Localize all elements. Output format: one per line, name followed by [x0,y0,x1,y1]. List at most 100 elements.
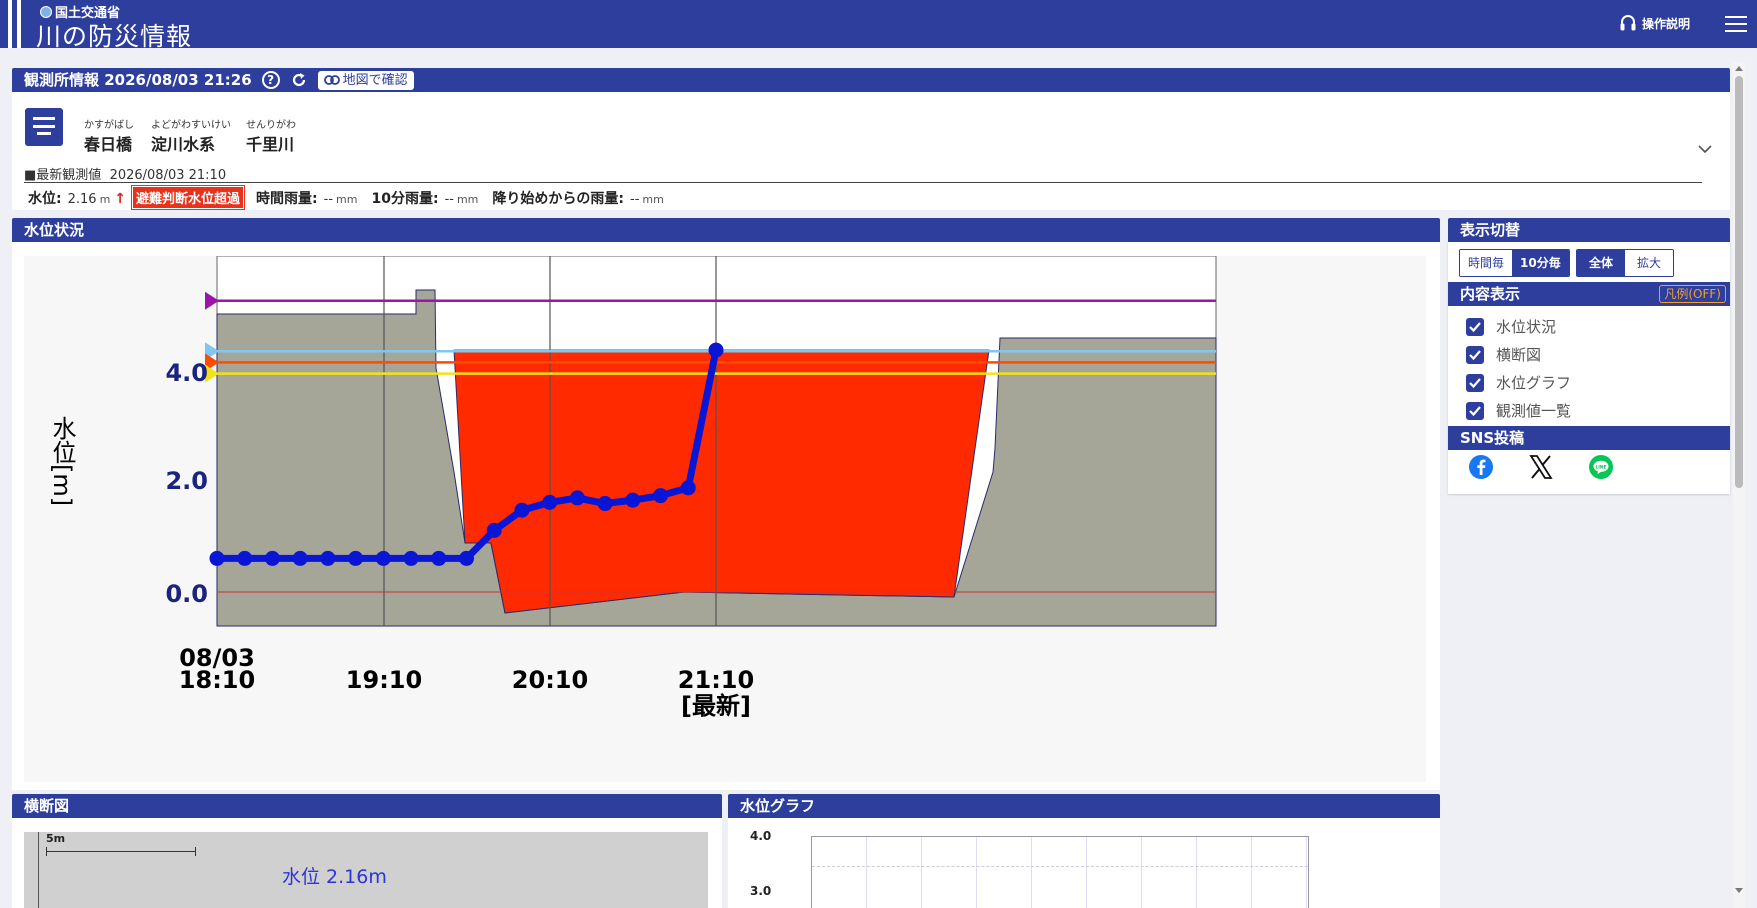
water-level-point [292,550,308,566]
water-level-point [375,550,391,566]
x-tick-label: 19:10 [346,666,422,694]
facebook-icon[interactable] [1468,454,1494,480]
checkbox-checked-icon[interactable] [1466,401,1484,420]
x-tick-label: 18:10 [179,666,255,694]
water-level-point [348,550,364,566]
toggle-water-graph[interactable]: 水位グラフ [1466,372,1571,393]
water-status-svg: 水位[m] 4.0 2.0 0.0 08/03 18:10 19:10 20:1… [48,143,1217,720]
ten-minute-option[interactable]: 10分毎 [1512,250,1569,276]
water-level-point [459,550,474,566]
water-level-point [597,496,613,512]
chevron-down-icon[interactable] [1698,144,1712,154]
water-level-point [264,550,280,566]
water-level-point [653,488,669,504]
display-switch-body: 時間毎 10分毎 全体 拡大 内容表示 凡例(OFF) 水位状況 横断図 水位グ… [1448,242,1730,494]
checkbox-checked-icon[interactable] [1466,373,1484,392]
cross-section-canvas: 5m 水位 2.16m [24,832,708,908]
headset-icon [1620,15,1636,31]
water-level-unit: m [99,193,111,206]
x-tick-label: 20:10 [512,666,588,694]
help-circle-icon[interactable]: ? [261,71,280,89]
station-info-title: 観測所情報 2026/08/03 21:26 [24,71,252,89]
water-level-point [514,502,530,518]
display-switch-header: 表示切替 [1448,218,1730,242]
station-info-header: 観測所情報 2026/08/03 21:26 ? 地図で確認 [12,68,1730,92]
ten-min-rain-value: -- [444,192,454,207]
scrollbar-thumb[interactable] [1735,76,1743,488]
line-icon[interactable]: LINE [1588,454,1614,480]
scroll-down-icon[interactable] [1735,886,1743,894]
hourly-rain-value: -- [323,192,334,207]
latest-tag: [最新] [681,692,751,720]
water-level-point [708,342,724,358]
water-level-point [680,480,696,496]
svg-text:LINE: LINE [1595,464,1606,470]
water-level-point [237,550,253,566]
station-type-icon [25,108,63,146]
station-info-body: かすがばし 春日橋 よどがわすいけい 淀川水系 せんりがわ 千里川 ■最新観測値 20… [12,92,1730,210]
help-link[interactable]: 操作説明 [1620,14,1690,32]
graph-y-tick: 4.0 [750,829,772,843]
scale-label: 5m [46,832,66,845]
water-level-point [542,494,558,510]
map-confirm-button[interactable]: 地図で確認 [317,70,414,90]
cumulative-rain-value: -- [630,192,640,207]
water-level-point [320,550,336,566]
toggle-cross-section[interactable]: 横断図 [1466,344,1541,365]
help-label: 操作説明 [1642,16,1691,31]
water-level-value: 2.16 [67,192,97,207]
river-system-name: よどがわすいけい 淀川水系 [151,120,231,154]
interval-toggle: 時間毎 10分毎 [1459,249,1570,277]
content-display-title: 内容表示 [1460,285,1521,303]
ten-min-rain-label: 10分雨量: [371,191,439,207]
zoom-option[interactable]: 拡大 [1625,250,1674,276]
y-axis-label: 水位[m] [48,416,76,506]
y-tick-label: 0.0 [165,580,208,608]
warning-badge: 避難判断水位超過 [131,185,246,210]
y-tick-label: 4.0 [165,359,208,387]
full-range-option[interactable]: 全体 [1577,250,1626,276]
water-level-point [569,490,585,506]
water-level-point [486,522,502,538]
latest-observation-label: ■最新観測値 2026/08/03 21:10 [24,168,227,183]
hourly-option[interactable]: 時間毎 [1460,250,1513,276]
observation-row: 水位: 2.16 m ↑ 避難判断水位超過 時間雨量: -- mm 10分雨量:… [28,185,664,210]
toggle-water-status[interactable]: 水位状況 [1466,316,1556,337]
site-title[interactable]: 川の防災情報 [36,17,192,53]
station-name: かすがばし 春日橋 [84,120,134,154]
link-icon [323,75,340,85]
scale-bar [46,851,196,852]
refresh-icon[interactable] [290,71,308,89]
y-tick-label: 2.0 [165,467,208,495]
toggle-label: 水位状況 [1496,318,1557,336]
header-stripe [17,0,21,48]
scroll-up-icon[interactable] [1735,65,1743,73]
cumulative-rain-unit: mm [642,193,664,206]
toggle-label: 水位グラフ [1496,374,1572,392]
map-confirm-label: 地図で確認 [342,72,408,88]
hourly-rain-unit: mm [336,193,358,206]
water-status-body: 水位[m] 4.0 2.0 0.0 08/03 18:10 19:10 20:1… [12,143,1440,790]
water-status-header: 水位状況 [12,218,1440,242]
range-toggle: 全体 拡大 [1576,249,1675,277]
legend-toggle-button[interactable]: 凡例(OFF) [1659,285,1726,303]
header-stripe [8,0,12,48]
cross-section-header: 横断図 [12,794,722,818]
divider [24,182,1702,183]
sns-header: SNS投稿 [1448,426,1730,450]
toggle-observation-list[interactable]: 観測値一覧 [1466,400,1571,421]
water-level-point [625,492,641,508]
checkbox-checked-icon[interactable] [1466,345,1484,364]
menu-icon[interactable] [1725,16,1747,32]
ten-min-rain-unit: mm [456,193,479,206]
water-level-point [403,550,419,566]
toggle-label: 観測値一覧 [1496,402,1572,420]
water-level-point [431,550,447,566]
water-graph-plot [811,836,1309,908]
water-body [453,349,990,614]
cumulative-rain-label: 降り始めからの雨量: [492,191,624,207]
checkbox-checked-icon[interactable] [1466,317,1484,336]
water-graph-body: 4.0 3.0 [728,818,1440,908]
x-icon[interactable] [1528,454,1554,480]
toggle-label: 横断図 [1496,346,1542,364]
